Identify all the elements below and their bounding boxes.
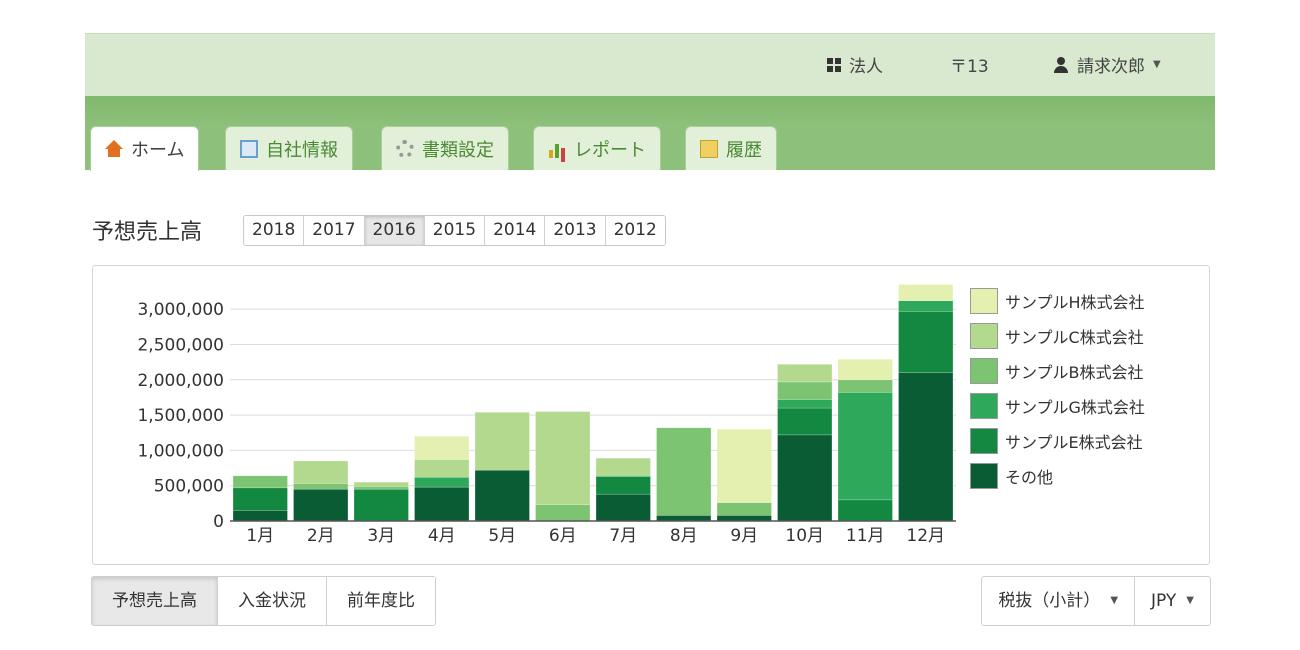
bar-segment — [353, 486, 409, 490]
bar-segment — [293, 460, 349, 484]
bar-segment — [595, 493, 651, 522]
bar-segment — [414, 486, 470, 522]
bar-segment — [535, 504, 591, 522]
bar-segment — [353, 488, 409, 522]
x-tick-label: 3月 — [367, 526, 395, 546]
legend-swatch — [970, 427, 998, 454]
y-tick-label: 3,000,000 — [137, 300, 224, 320]
bar-segment — [716, 515, 772, 522]
chart-legend: サンプルH株式会社 サンプルC株式会社 サンプルB株式会社 サンプルG株式会社 … — [970, 283, 1145, 493]
bar-segment — [837, 499, 893, 522]
x-tick-label: 1月 — [246, 526, 274, 546]
bar-segment — [656, 515, 712, 522]
x-tick-label: 10月 — [785, 526, 824, 546]
legend-item: サンプルB株式会社 — [970, 353, 1145, 388]
y-tick-label: 500,000 — [154, 477, 224, 497]
tax-select-label: 税抜（小計） — [998, 591, 1101, 611]
legend-item: その他 — [970, 458, 1145, 493]
legend-item: サンプルE株式会社 — [970, 423, 1145, 458]
bar-segment — [837, 392, 893, 501]
x-tick-label: 2月 — [307, 526, 335, 546]
bar-segment — [777, 399, 833, 409]
bar-segment — [232, 510, 288, 522]
legend-item: サンプルH株式会社 — [970, 283, 1145, 318]
bar-segment — [777, 363, 833, 383]
bar-segment — [898, 300, 954, 312]
bar-segment — [777, 407, 833, 436]
bar-segment — [777, 434, 833, 522]
bar-segment — [656, 427, 712, 516]
legend-swatch — [970, 357, 998, 384]
x-tick-label: 4月 — [428, 526, 456, 546]
y-tick-label: 1,500,000 — [137, 406, 224, 426]
bar-segment — [414, 435, 470, 460]
x-tick-label: 11月 — [846, 526, 885, 546]
x-tick-label: 6月 — [549, 526, 577, 546]
bar-segment — [535, 411, 591, 506]
legend-swatch — [970, 392, 998, 419]
currency-select-label: JPY — [1151, 591, 1177, 611]
legend-swatch — [970, 462, 998, 489]
bar-segment — [898, 310, 954, 374]
view-payment-status-button[interactable]: 入金状況 — [218, 577, 327, 625]
legend-label: サンプルG株式会社 — [1005, 397, 1145, 417]
view-forecast-button[interactable]: 予想売上高 — [92, 577, 218, 625]
y-tick-label: 2,500,000 — [137, 335, 224, 355]
tax-select[interactable]: 税抜（小計） ▼ — [982, 577, 1136, 625]
legend-swatch — [970, 287, 998, 314]
bar-segment — [898, 284, 954, 302]
bar-segment — [414, 476, 470, 488]
legend-label: サンプルH株式会社 — [1005, 292, 1145, 312]
bar-segment — [898, 372, 954, 522]
y-tick-label: 1,000,000 — [137, 441, 224, 461]
currency-select[interactable]: JPY ▼ — [1135, 577, 1210, 625]
legend-label: サンプルB株式会社 — [1005, 362, 1144, 382]
legend-item: サンプルC株式会社 — [970, 318, 1145, 353]
legend-item: サンプルG株式会社 — [970, 388, 1145, 423]
bar-segment — [777, 381, 833, 400]
x-tick-label: 12月 — [906, 526, 945, 546]
bar-segment — [837, 359, 893, 381]
bar-segment — [232, 475, 288, 489]
bar-segment — [595, 476, 651, 495]
y-tick-label: 2,000,000 — [137, 371, 224, 391]
view-yoy-button[interactable]: 前年度比 — [327, 577, 435, 625]
display-options: 税抜（小計） ▼ JPY ▼ — [981, 576, 1211, 626]
bar-segment — [837, 379, 893, 393]
y-tick-label: 0 — [213, 512, 224, 532]
legend-label: サンプルC株式会社 — [1005, 327, 1144, 347]
bar-segment — [474, 411, 530, 471]
chevron-down-icon: ▼ — [1186, 595, 1194, 606]
x-tick-label: 5月 — [488, 526, 516, 546]
bar-segment — [474, 469, 530, 522]
x-tick-label: 7月 — [609, 526, 637, 546]
bar-segment — [716, 428, 772, 503]
legend-swatch — [970, 322, 998, 349]
chevron-down-icon: ▼ — [1110, 595, 1119, 606]
legend-label: その他 — [1005, 467, 1054, 487]
bar-segment — [414, 459, 470, 478]
view-toggle: 予想売上高 入金状況 前年度比 — [91, 576, 436, 626]
bar-segment — [232, 487, 288, 511]
bar-segment — [293, 488, 349, 522]
bar-segment — [595, 457, 651, 476]
bar-segment — [293, 483, 349, 490]
x-tick-label: 8月 — [670, 526, 698, 546]
x-tick-label: 9月 — [730, 526, 758, 546]
bar-segment — [353, 481, 409, 487]
bar-segment — [716, 502, 772, 516]
legend-label: サンプルE株式会社 — [1005, 432, 1143, 452]
